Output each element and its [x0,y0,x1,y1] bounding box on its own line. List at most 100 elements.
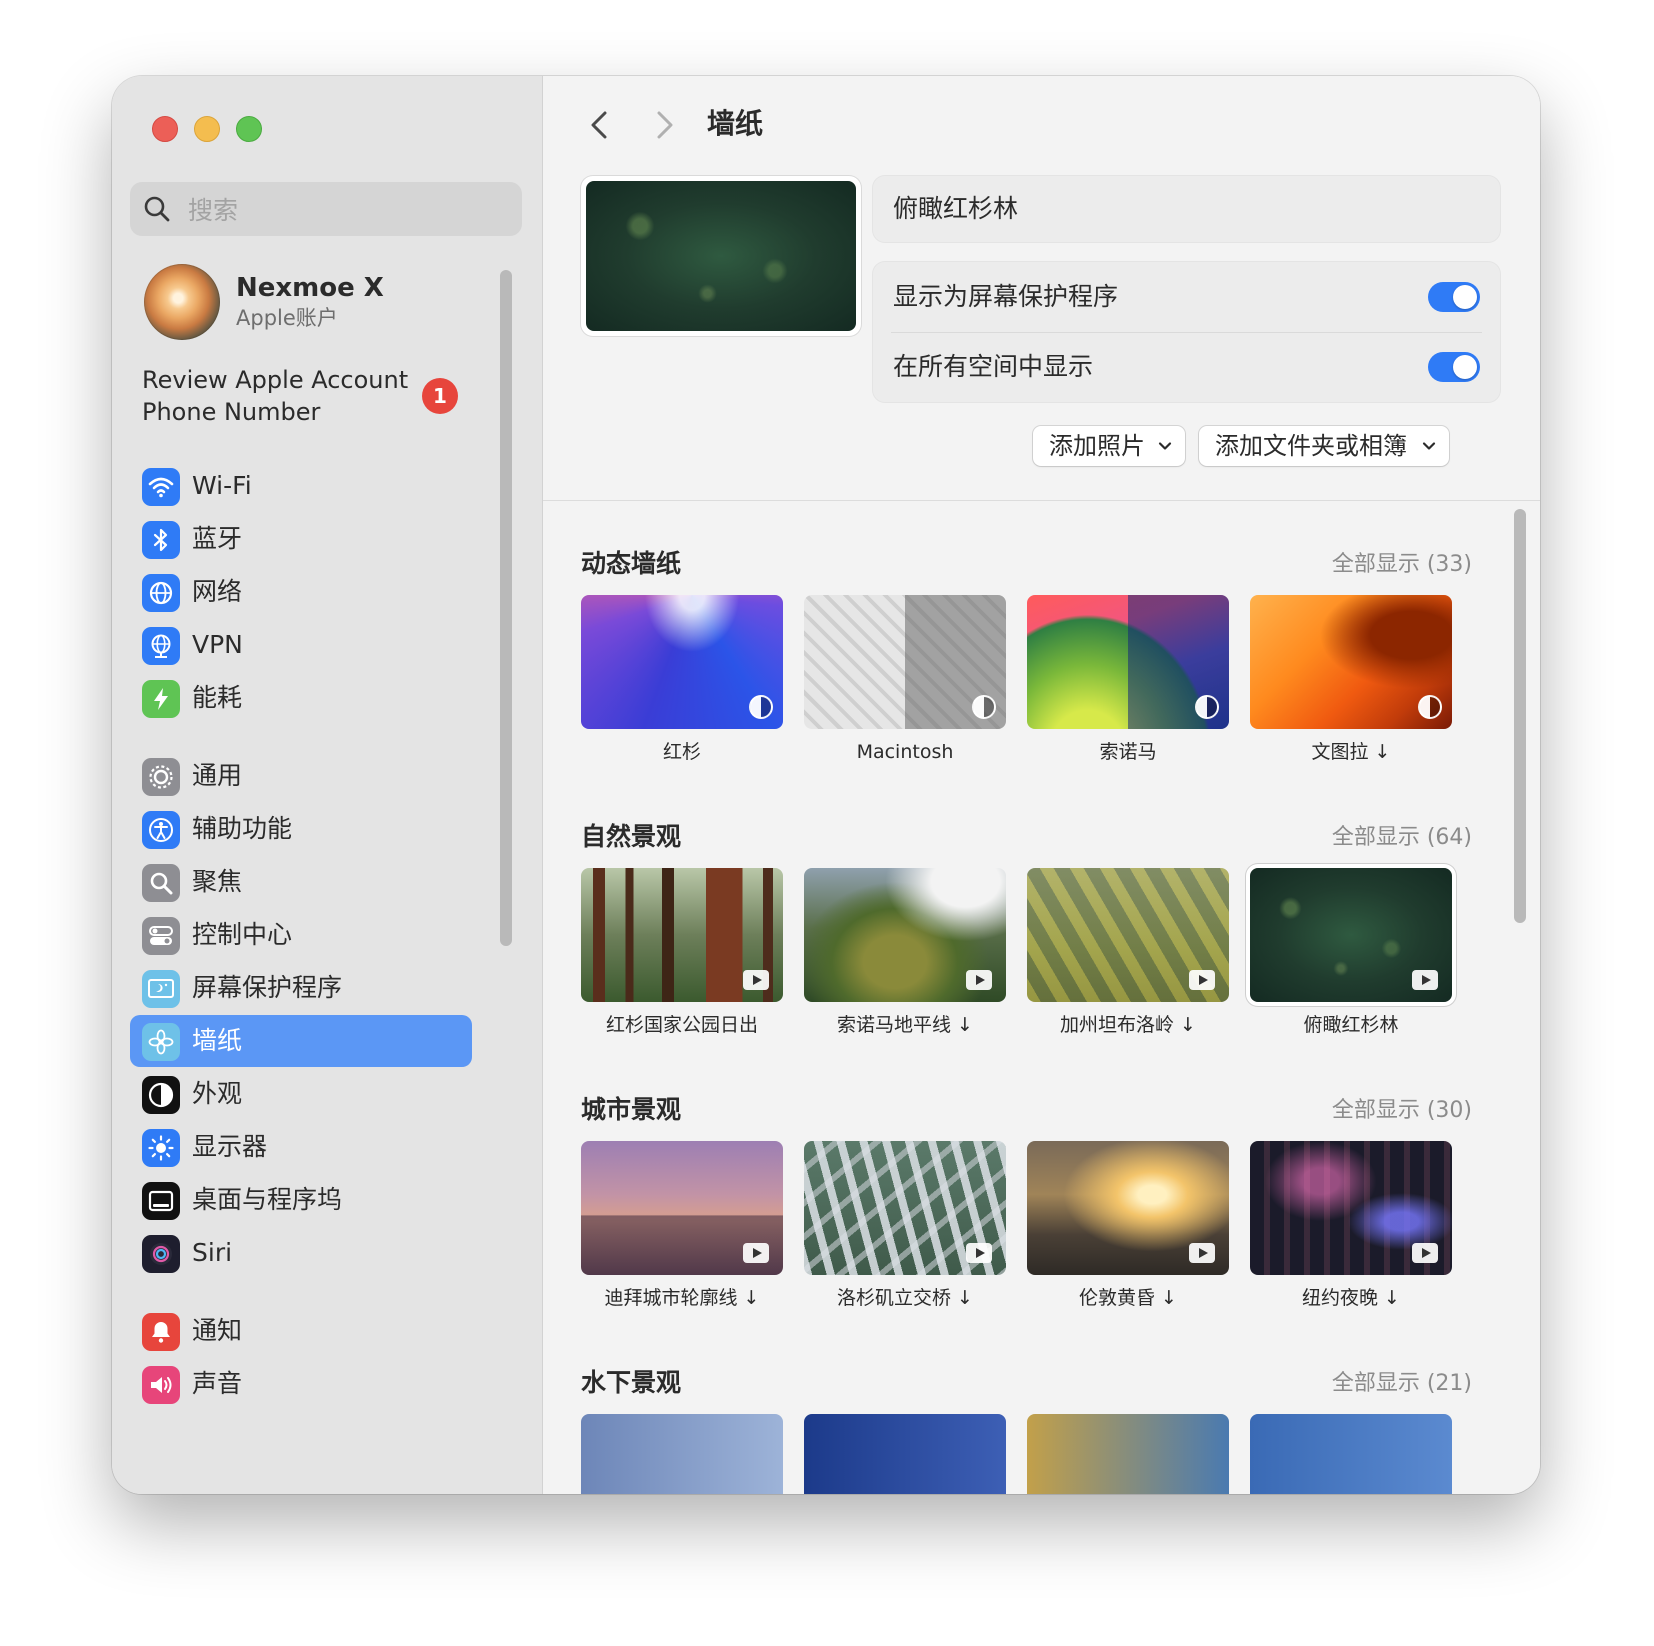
sidebar-item-label: 声音 [192,1369,243,1398]
sidebar-item[interactable]: 通知 [130,1305,472,1357]
add-photo-dropdown[interactable]: 添加照片 [1033,426,1185,466]
wallpaper-icon [142,1023,180,1061]
dock-icon [142,1182,180,1220]
wallpaper-caption: 红杉国家公园日出 [605,1014,758,1036]
wallpaper-thumbnail[interactable] [1027,1141,1229,1275]
sidebar-item[interactable]: 能耗 [130,672,472,724]
wallpaper-thumbnail[interactable] [804,1141,1006,1275]
sidebar-item[interactable]: Wi-Fi [130,460,472,512]
sidebar-item[interactable]: 声音 [130,1358,472,1410]
sidebar-item-label: 控制中心 [192,920,293,949]
all-spaces-toggle[interactable] [1428,352,1480,382]
sidebar-item[interactable]: 控制中心 [130,909,472,961]
add-photo-label: 添加照片 [1049,432,1145,460]
wallpaper-name-card: 俯瞰红杉林 [873,176,1500,242]
chevron-down-icon [1158,442,1172,450]
wallpaper-caption: 迪拜城市轮廓线 ↓ [604,1287,760,1309]
close-button[interactable] [152,116,178,142]
dynamic-wallpaper-icon [972,695,996,719]
add-folder-dropdown[interactable]: 添加文件夹或相簿 [1199,426,1449,466]
screensaver-toggle[interactable] [1428,282,1480,312]
forward-chevron-icon[interactable] [647,108,681,142]
option-label: 在所有空间中显示 [893,352,1094,381]
search-input[interactable] [186,190,510,230]
wallpaper-thumbnail[interactable] [1027,868,1229,1002]
sidebar-item[interactable]: 辅助功能 [130,803,472,855]
wallpaper-thumbnail[interactable] [804,868,1006,1002]
sidebar-item[interactable]: 网络 [130,566,472,618]
wallpaper-caption: 伦敦黄昏 ↓ [1079,1287,1177,1309]
sidebar-item[interactable]: VPN [130,619,472,671]
gallery-scrollbar[interactable] [1514,509,1526,923]
control-center-icon [142,917,180,955]
vpn-globe-icon [142,627,180,665]
apple-account[interactable]: Nexmoe X Apple账户 [144,264,384,340]
wallpaper-thumbnail[interactable] [581,595,783,729]
section-title: 水下景观 [581,1368,682,1397]
wallpaper-thumbnail[interactable] [581,868,783,1002]
wallpaper-thumbnail[interactable] [581,1141,783,1275]
sidebar-item[interactable]: 墙纸 [130,1015,472,1067]
section-title: 城市景观 [581,1095,682,1124]
sidebar-item[interactable]: 蓝牙 [130,513,472,565]
minimize-button[interactable] [194,116,220,142]
show-all-link[interactable]: 全部显示 (33) [1332,549,1472,581]
sidebar-item[interactable]: Siri [130,1227,472,1279]
globe-icon [142,574,180,612]
add-folder-label: 添加文件夹或相簿 [1215,432,1407,460]
wallpaper-preview [581,176,861,336]
zoom-button[interactable] [236,116,262,142]
appearance-icon [142,1076,180,1114]
section-title: 自然景观 [581,822,682,851]
search-field[interactable] [130,182,522,236]
wallpaper-thumbnail[interactable] [804,1414,1006,1494]
show-all-link[interactable]: 全部显示 (21) [1332,1368,1472,1400]
sidebar-item-label: Siri [192,1238,233,1267]
wallpaper-caption: Macintosh [856,741,954,763]
sidebar-item[interactable]: 显示器 [130,1121,472,1173]
bluetooth-icon [142,521,180,559]
video-play-icon [966,1243,992,1263]
back-chevron-icon[interactable] [583,108,617,142]
siri-icon [142,1235,180,1273]
wallpaper-thumbnail[interactable] [1250,1141,1452,1275]
sidebar-item[interactable]: 屏幕保护程序 [130,962,472,1014]
wallpaper-thumbnail[interactable] [1250,595,1452,729]
spotlight-icon [142,864,180,902]
notification-icon [142,1313,180,1351]
wallpaper-thumbnail[interactable] [804,595,1006,729]
show-all-link[interactable]: 全部显示 (30) [1332,1095,1472,1127]
sidebar-item[interactable]: 聚焦 [130,856,472,908]
wallpaper-gallery: 动态墙纸 全部显示 (33) 红杉 Macintosh 索诺马 文图拉 ↓ 自然景观 全部显示… [543,501,1540,1494]
sidebar-item-label: 辅助功能 [192,814,293,843]
video-play-icon [743,970,769,990]
wallpaper-thumbnail[interactable] [581,1414,783,1494]
video-play-icon [743,1243,769,1263]
sidebar-item[interactable]: 外观 [130,1068,472,1120]
wallpaper-thumbnail[interactable] [1250,868,1452,1002]
gear-icon [142,758,180,796]
wallpaper-preview-image [586,181,856,331]
video-play-icon [1189,1243,1215,1263]
main-pane: 墙纸 俯瞰红杉林 显示为屏幕保护程序 在所有空间中显示 添加照片 添加文件夹或相… [543,76,1540,1494]
sidebar-item-label: 外观 [192,1079,243,1108]
sidebar-item[interactable]: 桌面与程序坞 [130,1174,472,1226]
review-account-notice[interactable]: Review Apple Account Phone Number [142,364,442,428]
wallpaper-caption: 红杉 [662,741,701,763]
wallpaper-section: 自然景观 全部显示 (64) 红杉国家公园日出 索诺马地平线 ↓ 加州坦布洛岭 ↓ 俯瞰红… [581,820,1502,1060]
show-all-link[interactable]: 全部显示 (64) [1332,822,1472,854]
wallpaper-thumbnail[interactable] [1027,1414,1229,1494]
wallpaper-caption: 洛杉矶立交桥 ↓ [837,1287,973,1309]
sidebar-item[interactable]: 通用 [130,750,472,802]
wallpaper-caption: 加州坦布洛岭 ↓ [1060,1014,1196,1036]
wifi-icon [142,468,180,506]
display-icon [142,1129,180,1167]
sidebar-scrollbar[interactable] [500,270,512,946]
account-subtitle: Apple账户 [236,306,338,330]
wallpaper-section: 城市景观 全部显示 (30) 迪拜城市轮廓线 ↓ 洛杉矶立交桥 ↓ 伦敦黄昏 ↓ 纽约夜晚… [581,1093,1502,1333]
wallpaper-header: 墙纸 俯瞰红杉林 显示为屏幕保护程序 在所有空间中显示 添加照片 添加文件夹或相… [543,76,1540,501]
wallpaper-thumbnail[interactable] [1250,1414,1452,1494]
sidebar-item-label: 墙纸 [192,1026,243,1055]
wallpaper-thumbnail[interactable] [1027,595,1229,729]
option-label: 显示为屏幕保护程序 [893,282,1119,311]
